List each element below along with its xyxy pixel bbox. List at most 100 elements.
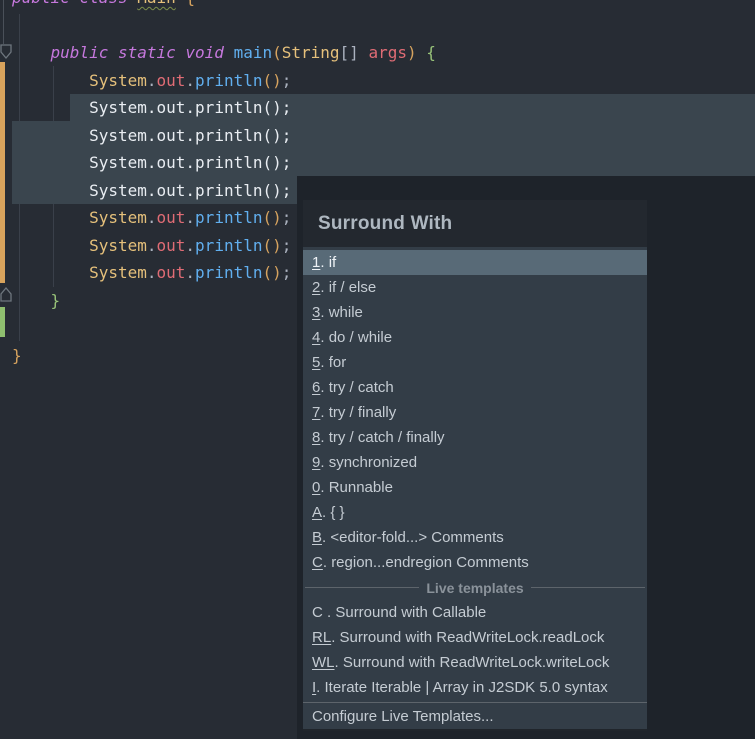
code-token: . <box>185 263 195 282</box>
popup-list: 1. if2. if / else3. while4. do / while5.… <box>303 247 647 729</box>
code-token: . <box>185 208 195 227</box>
menu-item[interactable]: 2. if / else <box>303 275 647 300</box>
menu-item[interactable]: Configure Live Templates... <box>303 704 647 729</box>
gutter-modified-lines-marker[interactable] <box>0 62 5 283</box>
menu-item-label: try / catch / finally <box>329 429 445 446</box>
menu-item[interactable]: C. region...endregion Comments <box>303 550 647 575</box>
menu-item-label: for <box>329 354 347 371</box>
separator-line <box>305 587 419 588</box>
code-line[interactable]: public static void main(String[] args) { <box>12 39 436 67</box>
code-token <box>12 71 89 90</box>
code-token <box>12 181 89 200</box>
code-token: public static void <box>51 43 234 62</box>
menu-item[interactable]: 4. do / while <box>303 325 647 350</box>
code-token: ; <box>282 208 292 227</box>
menu-item-label: try / catch <box>329 379 394 396</box>
code-token: String <box>282 43 340 62</box>
menu-item-mnemonic: C <box>312 604 327 621</box>
code-token: . <box>185 236 195 255</box>
menu-item-mnemonic: 4 <box>312 329 320 346</box>
code-token: println <box>195 126 262 145</box>
menu-item-label: Surround with Callable <box>335 604 486 621</box>
code-line[interactable]: System.out.println(); <box>12 149 436 177</box>
code-token <box>12 208 89 227</box>
code-token: () <box>262 208 281 227</box>
code-token: () <box>262 71 281 90</box>
menu-item-mnemonic: 2 <box>312 279 320 296</box>
menu-item-mnemonic: C <box>312 554 323 571</box>
code-token: System <box>89 208 147 227</box>
code-token <box>12 98 89 117</box>
menu-item-label: Configure Live Templates... <box>312 708 494 725</box>
menu-item-label: if / else <box>329 279 377 296</box>
code-token: Main <box>137 0 176 7</box>
menu-item[interactable]: 5. for <box>303 350 647 375</box>
menu-item[interactable]: 6. try / catch <box>303 375 647 400</box>
ide-editor-window: public class Main { public static void m… <box>0 0 755 739</box>
surround-with-popup: Surround With 1. if2. if / else3. while4… <box>303 200 647 731</box>
code-token: out <box>157 126 186 145</box>
code-token: . <box>185 126 195 145</box>
code-token: { <box>426 43 436 62</box>
code-token: out <box>157 236 186 255</box>
code-token: System <box>89 126 147 145</box>
menu-item[interactable]: A. { } <box>303 500 647 525</box>
code-token: out <box>157 153 186 172</box>
menu-item-label: Runnable <box>329 479 393 496</box>
menu-item[interactable]: RL. Surround with ReadWriteLock.readLock <box>303 625 647 650</box>
code-token: . <box>147 208 157 227</box>
menu-item[interactable]: 3. while <box>303 300 647 325</box>
menu-item[interactable]: 9. synchronized <box>303 450 647 475</box>
menu-item[interactable]: 8. try / catch / finally <box>303 425 647 450</box>
code-token: . <box>147 71 157 90</box>
code-token: . <box>185 181 195 200</box>
code-token: out <box>157 98 186 117</box>
code-token: println <box>195 181 262 200</box>
code-token: class <box>79 0 137 7</box>
code-token: () <box>262 263 281 282</box>
menu-item[interactable]: 1. if <box>303 250 647 275</box>
code-token <box>12 153 89 172</box>
code-token: ; <box>282 263 292 282</box>
code-token: ( <box>272 43 282 62</box>
menu-item[interactable]: I. Iterate Iterable | Array in J2SDK 5.0… <box>303 675 647 700</box>
code-line[interactable] <box>12 12 436 40</box>
code-token: ; <box>282 126 292 145</box>
menu-item-mnemonic: 8 <box>312 429 320 446</box>
code-token: println <box>195 153 262 172</box>
menu-item[interactable]: C . Surround with Callable <box>303 600 647 625</box>
menu-item[interactable]: 7. try / finally <box>303 400 647 425</box>
code-token <box>12 126 89 145</box>
code-token <box>176 0 186 7</box>
menu-item-label: Surround with ReadWriteLock.writeLock <box>343 654 610 671</box>
code-line[interactable]: System.out.println(); <box>12 122 436 150</box>
code-token: () <box>262 98 281 117</box>
code-token: println <box>195 71 262 90</box>
code-token: { <box>185 0 195 7</box>
code-token: . <box>147 98 157 117</box>
gutter-added-lines-marker[interactable] <box>0 307 5 337</box>
menu-item-mnemonic: 0 <box>312 479 320 496</box>
code-token: println <box>195 98 262 117</box>
code-token: . <box>185 71 195 90</box>
popup-header: Surround With <box>303 200 647 247</box>
menu-item[interactable]: B. <editor-fold...> Comments <box>303 525 647 550</box>
code-token: . <box>147 263 157 282</box>
menu-item-mnemonic: A <box>312 504 322 521</box>
code-token: } <box>12 346 22 365</box>
code-token: ; <box>282 153 292 172</box>
menu-item-mnemonic: 3 <box>312 304 320 321</box>
code-line[interactable]: public class Main { <box>12 0 436 12</box>
code-token: ) <box>407 43 417 62</box>
code-token: ; <box>282 181 292 200</box>
menu-item[interactable]: WL. Surround with ReadWriteLock.writeLoc… <box>303 650 647 675</box>
code-token: System <box>89 263 147 282</box>
code-token: . <box>147 236 157 255</box>
code-token: println <box>195 208 262 227</box>
code-token: [] <box>340 43 369 62</box>
menu-item[interactable]: 0. Runnable <box>303 475 647 500</box>
code-line[interactable]: System.out.println(); <box>12 67 436 95</box>
code-token: ; <box>282 71 292 90</box>
code-line[interactable]: System.out.println(); <box>12 94 436 122</box>
menu-item-label: Iterate Iterable | Array in J2SDK 5.0 sy… <box>325 679 608 696</box>
